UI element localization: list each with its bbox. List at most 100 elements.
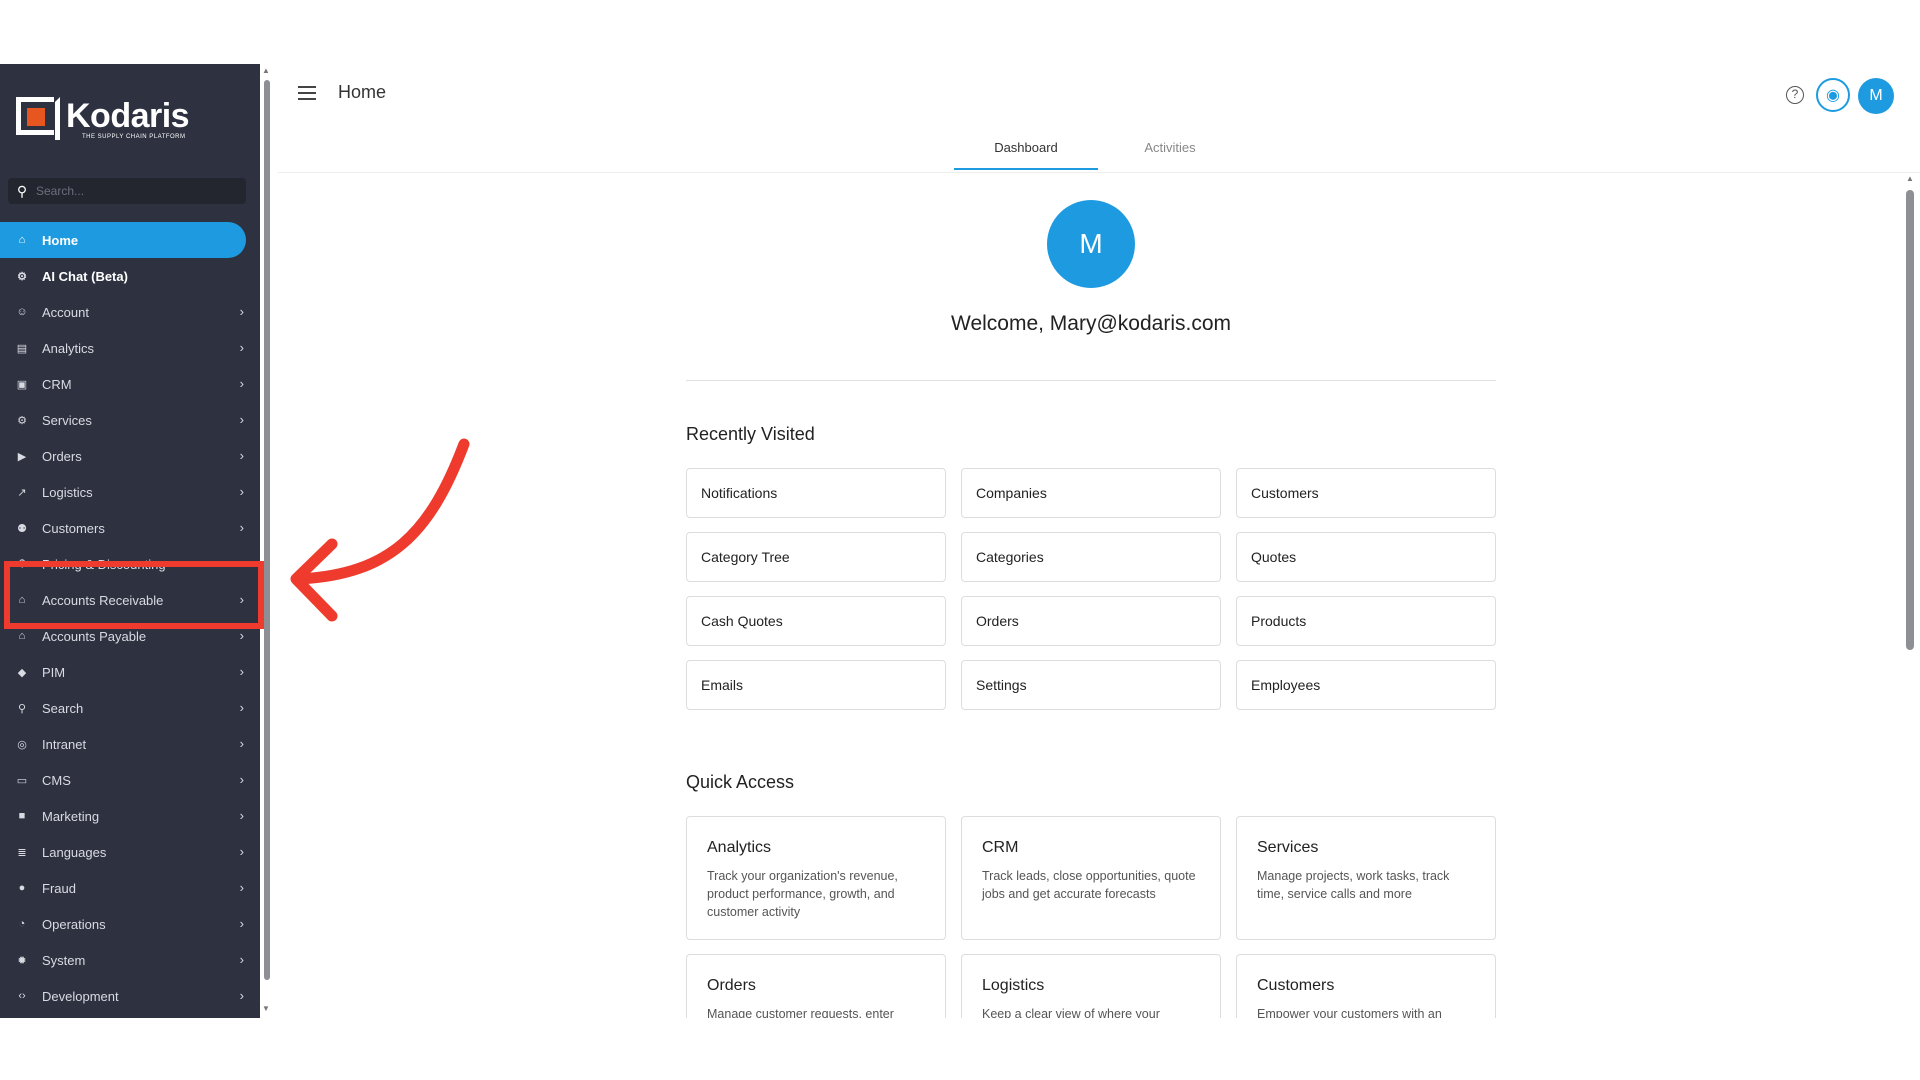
sidebar-item-label: Operations xyxy=(42,916,106,932)
sidebar-item-languages[interactable]: ≣ Languages › xyxy=(0,834,260,870)
profile-avatar: M xyxy=(1047,200,1135,288)
sidebar-item-label: System xyxy=(42,952,86,968)
sidebar-item-pim[interactable]: ◆ PIM › xyxy=(0,654,260,690)
sidebar-item-crm[interactable]: ▣ CRM › xyxy=(0,366,260,402)
chevron-right-icon: › xyxy=(239,988,244,1003)
divider xyxy=(686,380,1496,381)
scroll-down-arrow-icon[interactable]: ▼ xyxy=(262,1004,270,1013)
sidebar-search: ⚲ xyxy=(8,178,246,204)
recent-card[interactable]: Notifications xyxy=(686,468,946,518)
chevron-right-icon: › xyxy=(239,628,244,643)
window-icon: ▭ xyxy=(16,774,28,787)
quick-access-description: Manage customer requests, enter xyxy=(707,1007,894,1018)
main-content: M Welcome, Mary@kodaris.com Recently Vis… xyxy=(278,174,1906,1018)
logo-text: Kodaris xyxy=(66,97,190,135)
tab-activities[interactable]: Activities xyxy=(1098,136,1242,170)
hamburger-menu-icon[interactable] xyxy=(298,86,316,100)
quick-access-card[interactable]: Analytics Track your organization's reven… xyxy=(686,816,946,940)
recent-card[interactable]: Quotes xyxy=(1236,532,1496,582)
logo-subtitle: THE SUPPLY CHAIN PLATFORM xyxy=(82,134,186,140)
sidebar-item-account[interactable]: ☺ Account › xyxy=(0,294,260,330)
recent-card[interactable]: Settings xyxy=(961,660,1221,710)
truck-icon: ▶ xyxy=(17,450,27,463)
sidebar-item-operations[interactable]: ◔ Operations › xyxy=(0,906,260,942)
quick-access-title: Quick Access xyxy=(686,772,795,792)
gear-icon: ✹ xyxy=(17,954,27,967)
quick-access-title: Logistics xyxy=(982,977,1045,994)
sidebar-item-customers[interactable]: ⚉ Customers › xyxy=(0,510,260,546)
sidebar-search-input[interactable] xyxy=(36,184,246,198)
quick-access-title: Analytics xyxy=(707,839,772,856)
sidebar-scroll-thumb[interactable] xyxy=(264,80,270,980)
recent-card[interactable]: Emails xyxy=(686,660,946,710)
sidebar-item-marketing[interactable]: ■ Marketing › xyxy=(0,798,260,834)
route-icon: ↗ xyxy=(17,486,27,499)
search-icon: ⚲ xyxy=(17,702,27,715)
chevron-right-icon: › xyxy=(239,916,244,931)
recent-card[interactable]: Cash Quotes xyxy=(686,596,946,646)
help-icon[interactable]: ? xyxy=(1786,86,1804,104)
quick-access-description: Track leads, close opportunities, quote … xyxy=(982,869,1196,901)
tab-dashboard[interactable]: Dashboard xyxy=(954,136,1098,170)
sidebar-item-analytics[interactable]: ▤ Analytics › xyxy=(0,330,260,366)
quick-access-card[interactable]: Customers Empower your customers with an xyxy=(1236,954,1496,1018)
app-window: Kodaris THE SUPPLY CHAIN PLATFORM ⚲ ⌂ Hom… xyxy=(0,64,1920,1018)
sidebar-item-services[interactable]: ⚙ Services › xyxy=(0,402,260,438)
recent-card[interactable]: Companies xyxy=(961,468,1221,518)
recently-visited-title: Recently Visited xyxy=(686,424,815,444)
tag-icon: ◆ xyxy=(17,666,27,679)
sidebar-item-home[interactable]: ⌂ Home xyxy=(0,222,246,258)
recently-visited-grid: Notifications Companies Customers Category … xyxy=(686,468,1498,710)
chart-icon: ▤ xyxy=(16,342,28,355)
recent-card[interactable]: Products xyxy=(1236,596,1496,646)
main-scroll-thumb[interactable] xyxy=(1906,190,1914,650)
sidebar-item-label: Marketing xyxy=(42,808,100,824)
quick-access-card[interactable]: Logistics Keep a clear view of where your xyxy=(961,954,1221,1018)
sidebar-item-ai-chat-beta[interactable]: ⚙ AI Chat (Beta) xyxy=(0,258,260,294)
robot-icon: ⚙ xyxy=(17,270,27,283)
recent-card[interactable]: Orders xyxy=(961,596,1221,646)
quick-access-card[interactable]: Services Manage projects, work tasks, tra… xyxy=(1236,816,1496,940)
sidebar: Kodaris THE SUPPLY CHAIN PLATFORM ⚲ ⌂ Hom… xyxy=(0,64,260,1018)
sidebar-item-search[interactable]: ⚲ Search › xyxy=(0,690,260,726)
logo-mark-icon xyxy=(16,97,60,140)
sidebar-item-label: Accounts Payable xyxy=(42,628,147,644)
chevron-right-icon: › xyxy=(239,808,244,823)
ad-icon: ■ xyxy=(18,810,26,822)
chevron-right-icon: › xyxy=(239,304,244,319)
sidebar-item-label: Customers xyxy=(42,520,105,536)
quick-access-card[interactable]: CRM Track leads, close opportunities, quo… xyxy=(961,816,1221,940)
sidebar-item-system[interactable]: ✹ System › xyxy=(0,942,260,978)
scroll-up-arrow-icon[interactable]: ▲ xyxy=(262,66,270,75)
quick-access-description: Empower your customers with an xyxy=(1257,1007,1442,1018)
quick-access-card[interactable]: Orders Manage customer requests, enter xyxy=(686,954,946,1018)
chevron-right-icon: › xyxy=(239,664,244,679)
user-avatar[interactable]: M xyxy=(1858,78,1894,114)
sidebar-item-label: PIM xyxy=(42,664,66,680)
chevron-right-icon: › xyxy=(239,448,244,463)
shield-icon: ● xyxy=(18,882,26,894)
sidebar-item-intranet[interactable]: ◎ Intranet › xyxy=(0,726,260,762)
sidebar-item-label: AI Chat (Beta) xyxy=(42,268,128,284)
sidebar-item-orders[interactable]: ▶ Orders › xyxy=(0,438,260,474)
chevron-right-icon: › xyxy=(239,772,244,787)
recent-card[interactable]: Customers xyxy=(1236,468,1496,518)
sidebar-item-label: CRM xyxy=(42,376,72,392)
quick-access-description: Keep a clear view of where your xyxy=(982,1007,1160,1018)
chevron-right-icon: › xyxy=(239,520,244,535)
sidebar-item-cms[interactable]: ▭ CMS › xyxy=(0,762,260,798)
sidebar-item-logistics[interactable]: ↗ Logistics › xyxy=(0,474,260,510)
globe-icon: ◎ xyxy=(17,738,27,751)
sidebar-item-fraud[interactable]: ● Fraud › xyxy=(0,870,260,906)
recent-card[interactable]: Category Tree xyxy=(686,532,946,582)
sidebar-item-development[interactable]: ‹› Development › xyxy=(0,978,260,1014)
sidebar-item-label: Fraud xyxy=(42,880,76,896)
recent-card[interactable]: Categories xyxy=(961,532,1221,582)
recent-card[interactable]: Employees xyxy=(1236,660,1496,710)
kodaris-logo[interactable]: Kodaris THE SUPPLY CHAIN PLATFORM xyxy=(16,94,190,140)
chevron-right-icon: › xyxy=(239,340,244,355)
ai-assistant-icon[interactable]: ◉ xyxy=(1816,78,1850,112)
welcome-text: Welcome, Mary@kodaris.com xyxy=(951,312,1231,335)
main-scroll-up-arrow-icon[interactable]: ▲ xyxy=(1906,174,1914,183)
pie-icon: ◔ xyxy=(18,918,26,930)
